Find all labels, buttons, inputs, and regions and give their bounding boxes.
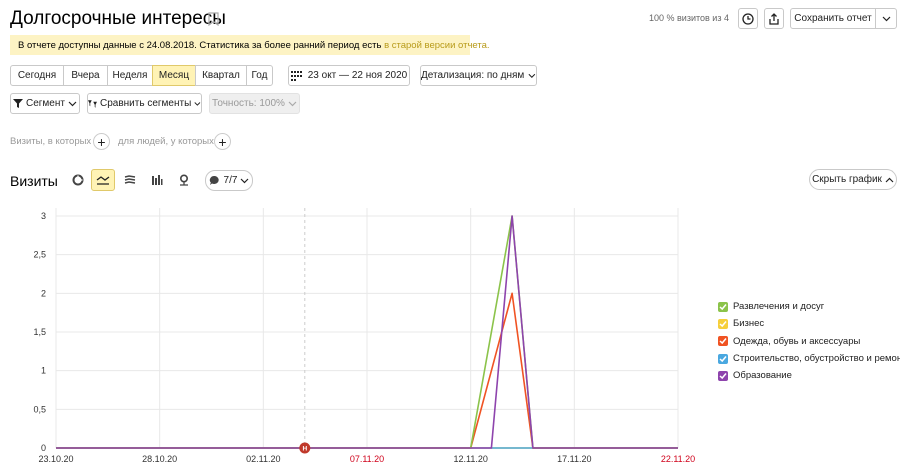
chevron-down-icon xyxy=(68,101,77,106)
add-visit-condition-button[interactable]: + xyxy=(93,133,110,150)
period-week-button[interactable]: Неделя xyxy=(107,65,153,86)
y-tick-label: 1 xyxy=(41,366,46,376)
chart-type-area[interactable] xyxy=(118,169,142,191)
y-tick-label: 0 xyxy=(41,443,46,453)
period-quarter-button[interactable]: Квартал xyxy=(195,65,247,86)
x-tick-label: 17.11.20 xyxy=(557,454,591,464)
map-pin-icon xyxy=(179,174,189,186)
checkbox-checked-icon[interactable] xyxy=(718,370,728,381)
save-report-button[interactable]: Сохранить отчет xyxy=(790,8,876,29)
detail-label: Детализация: по дням xyxy=(421,70,525,81)
chevron-down-icon xyxy=(528,73,536,78)
chevron-up-icon xyxy=(885,177,894,182)
date-range-button[interactable]: 23 окт — 22 ноя 2020 xyxy=(288,65,410,86)
x-tick-label: 07.11.20 xyxy=(350,454,384,464)
y-tick-label: 0,5 xyxy=(33,404,46,414)
legend-item[interactable]: Развлечения и досуг xyxy=(718,298,900,315)
line-chart-icon xyxy=(96,176,110,185)
sampling-info: 100 % визитов из 4 xyxy=(649,13,729,23)
compare-label: Сравнить сегменты xyxy=(99,98,192,109)
add-user-condition-button[interactable]: + xyxy=(214,133,231,150)
filter-icon xyxy=(13,99,23,108)
hide-chart-label: Скрыть график xyxy=(812,174,882,185)
series-count-button[interactable]: 7/7 xyxy=(205,170,253,191)
chart-legend: Развлечения и досуг Бизнес Одежда, обувь и… xyxy=(718,298,900,384)
share-icon xyxy=(769,12,779,25)
export-button[interactable] xyxy=(764,8,784,29)
history-button[interactable] xyxy=(738,8,758,29)
chart-type-line[interactable] xyxy=(91,169,115,191)
chevron-down-icon xyxy=(882,16,890,21)
legend-label: Бизнес xyxy=(733,318,765,330)
period-year-button[interactable]: Год xyxy=(246,65,273,86)
y-tick-label: 2 xyxy=(41,288,46,298)
period-selector: Сегодня Вчера Неделя Месяц Квартал Год xyxy=(10,65,273,86)
chart-title: Визиты xyxy=(10,173,58,189)
legend-label: Строительство, обустройство и ремонт xyxy=(733,353,900,365)
x-tick-label: 12.11.20 xyxy=(453,454,487,464)
data-availability-notice: В отчете доступны данные с 24.08.2018. С… xyxy=(10,35,490,55)
checkbox-checked-icon[interactable] xyxy=(718,318,728,329)
chart-type-map[interactable] xyxy=(172,169,196,191)
checkbox-checked-icon[interactable] xyxy=(718,353,728,364)
legend-item[interactable]: Бизнес xyxy=(718,315,900,332)
accuracy-label: Точность: 100% xyxy=(212,98,285,109)
compare-icon xyxy=(88,99,97,108)
segment-label: Сегмент xyxy=(26,98,65,109)
pie-chart-icon xyxy=(72,174,84,186)
chart-type-pie[interactable] xyxy=(66,169,90,191)
x-tick-label: 23.10.20 xyxy=(38,454,73,464)
chevron-down-icon xyxy=(194,101,201,106)
checkbox-checked-icon[interactable] xyxy=(718,301,728,312)
line-chart: 0 0,5 1 1,5 2 2,5 3 23.10.20 28.10.20 02.11.20 07.… xyxy=(33,208,695,464)
chart-type-bar[interactable] xyxy=(145,169,169,191)
compare-segments-button[interactable]: Сравнить сегменты xyxy=(87,93,202,114)
chevron-down-icon xyxy=(288,101,297,106)
y-tick-label: 1,5 xyxy=(33,327,46,337)
annotation-marker-label: Н xyxy=(302,446,307,453)
accuracy-select: Точность: 100% xyxy=(209,93,300,114)
clock-icon xyxy=(742,12,754,25)
old-version-link[interactable]: в старой версии отчета. xyxy=(384,40,490,51)
visits-where-label: Визиты, в которых xyxy=(10,136,92,147)
period-yesterday-button[interactable]: Вчера xyxy=(63,65,108,86)
save-dropdown-button[interactable] xyxy=(875,8,897,29)
page-title: Долгосрочные интересы xyxy=(10,8,226,29)
legend-item[interactable]: Образование xyxy=(718,367,900,384)
x-tick-label: 22.11.20 xyxy=(661,454,695,464)
people-where-label: для людей, у которых xyxy=(118,136,214,147)
detail-select[interactable]: Детализация: по дням xyxy=(420,65,537,86)
notice-text: В отчете доступны данные с 24.08.2018. С… xyxy=(18,40,382,51)
y-tick-label: 2,5 xyxy=(33,250,46,260)
speech-bubble-icon xyxy=(209,175,219,185)
segment-button[interactable]: Сегмент xyxy=(10,93,80,114)
period-today-button[interactable]: Сегодня xyxy=(10,65,64,86)
bar-chart-icon xyxy=(152,174,163,185)
legend-item[interactable]: Одежда, обувь и аксессуары xyxy=(718,333,900,350)
legend-label: Образование xyxy=(733,370,792,382)
y-tick-label: 3 xyxy=(41,211,46,221)
checkbox-checked-icon[interactable] xyxy=(718,336,728,347)
hide-chart-button[interactable]: Скрыть график xyxy=(809,169,897,190)
legend-item[interactable]: Строительство, обустройство и ремонт xyxy=(718,350,900,367)
x-tick-label: 28.10.20 xyxy=(142,454,177,464)
bookmark-icon[interactable] xyxy=(208,12,219,26)
calendar-icon xyxy=(290,70,302,81)
series-count: 7/7 xyxy=(223,175,238,186)
chevron-down-icon xyxy=(241,178,249,183)
x-tick-label: 02.11.20 xyxy=(246,454,280,464)
date-range-label: 23 окт — 22 ноя 2020 xyxy=(307,70,408,81)
legend-label: Одежда, обувь и аксессуары xyxy=(733,335,861,347)
legend-label: Развлечения и досуг xyxy=(733,301,825,313)
period-month-button[interactable]: Месяц xyxy=(152,65,196,86)
stacked-area-icon xyxy=(124,174,136,184)
